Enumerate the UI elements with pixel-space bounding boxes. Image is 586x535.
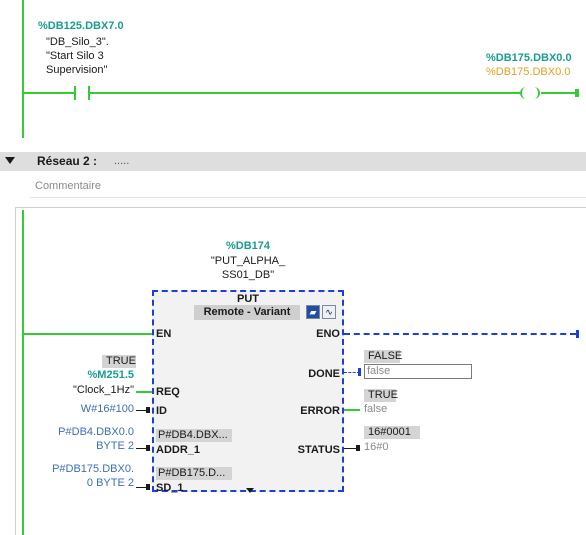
- id-value[interactable]: W#16#100: [48, 403, 134, 415]
- status-value[interactable]: 16#0: [364, 441, 388, 453]
- status-status-value: 16#0001: [364, 426, 420, 439]
- sd-1-value-line-2: 0 BYTE 2: [86, 477, 134, 489]
- coil-right-arc[interactable]: [532, 87, 540, 99]
- sd-1-wire: [136, 487, 148, 488]
- rung-wire-left: [24, 92, 74, 94]
- pin-sd-1[interactable]: SD_1: [156, 482, 184, 494]
- error-status-value: TRUE: [364, 389, 398, 402]
- pin-addr-1[interactable]: ADDR_1: [156, 444, 200, 456]
- network-2-header[interactable]: Réseau 2 : .....: [0, 152, 586, 171]
- addr-1-wire: [136, 448, 148, 449]
- sd-1-value-line-1[interactable]: P#DB175.DBX0.: [30, 463, 134, 475]
- network-title: Réseau 2 :: [37, 154, 98, 168]
- instance-db-name-1: "PUT_ALPHA_: [210, 255, 286, 267]
- status-connector: [356, 445, 360, 451]
- rung-wire-right: [541, 92, 575, 94]
- power-rail-network-2: [22, 210, 24, 535]
- req-symbol: "Clock_1Hz": [73, 384, 134, 396]
- contact-symbol: "DB_Silo_3".: [46, 36, 109, 48]
- pin-addr-1-inner-value: P#DB4.DBX...: [156, 429, 232, 442]
- network-2-frame-left: [15, 207, 16, 535]
- network-comment-field[interactable]: Commentaire: [35, 180, 101, 192]
- coil-address[interactable]: %DB175.DBX0.0: [486, 52, 572, 64]
- put-function-block[interactable]: PUT Remote - Variant ▰ ∿ EN ENO DONE REQ…: [152, 290, 344, 494]
- pin-id[interactable]: ID: [156, 405, 167, 417]
- error-value[interactable]: false: [364, 403, 387, 415]
- block-diagnostics-icon[interactable]: ∿: [322, 305, 336, 319]
- rung-wire-middle: [90, 92, 520, 94]
- contact-comment-line-1: "Start Silo 3: [46, 50, 104, 62]
- pin-eno[interactable]: ENO: [316, 328, 340, 340]
- coil-status-address: %DB175.DBX0.0: [486, 66, 571, 78]
- addr-1-value-line-1[interactable]: P#DB4.DBX0.0: [30, 426, 134, 438]
- block-config-icon[interactable]: ▰: [306, 305, 320, 319]
- req-wire: [136, 391, 152, 393]
- rung-end-marker: [575, 89, 579, 97]
- network-2-frame: [15, 207, 586, 208]
- req-address[interactable]: %M251.5: [60, 369, 134, 381]
- req-status-value: TRUE: [102, 355, 136, 368]
- contact-address[interactable]: %DB125.DBX7.0: [38, 20, 124, 32]
- collapse-triangle-icon[interactable]: [5, 157, 15, 164]
- block-title: PUT: [237, 293, 259, 305]
- error-wire: [344, 409, 360, 411]
- instance-db-address[interactable]: %DB174: [200, 240, 296, 252]
- eno-wire: [344, 333, 576, 335]
- pin-done[interactable]: DONE: [308, 368, 340, 380]
- addr-1-value-line-2: BYTE 2: [96, 440, 134, 452]
- network-title-placeholder[interactable]: .....: [114, 155, 129, 167]
- contact-left-bar[interactable]: [74, 86, 76, 100]
- pin-status[interactable]: STATUS: [298, 444, 340, 456]
- pin-sd-1-inner-value: P#DB175.D...: [156, 467, 232, 480]
- comment-underline: [30, 197, 586, 198]
- done-value[interactable]: false: [364, 364, 472, 379]
- done-status-value: FALSE: [364, 350, 402, 363]
- instance-db-name-2: SS01_DB": [221, 269, 275, 281]
- pin-en[interactable]: EN: [156, 328, 171, 340]
- eno-wire-end: [576, 330, 579, 338]
- expand-block-icon[interactable]: [246, 488, 254, 493]
- done-connector: [358, 368, 361, 376]
- id-wire: [136, 410, 148, 411]
- en-wire: [24, 333, 152, 335]
- power-rail-network-1: [22, 0, 24, 138]
- pin-req[interactable]: REQ: [156, 386, 180, 398]
- coil-left-arc[interactable]: [520, 87, 528, 99]
- pin-error[interactable]: ERROR: [300, 405, 340, 417]
- block-subtitle: Remote - Variant: [194, 305, 300, 320]
- contact-comment-line-2: Supervision": [46, 64, 108, 76]
